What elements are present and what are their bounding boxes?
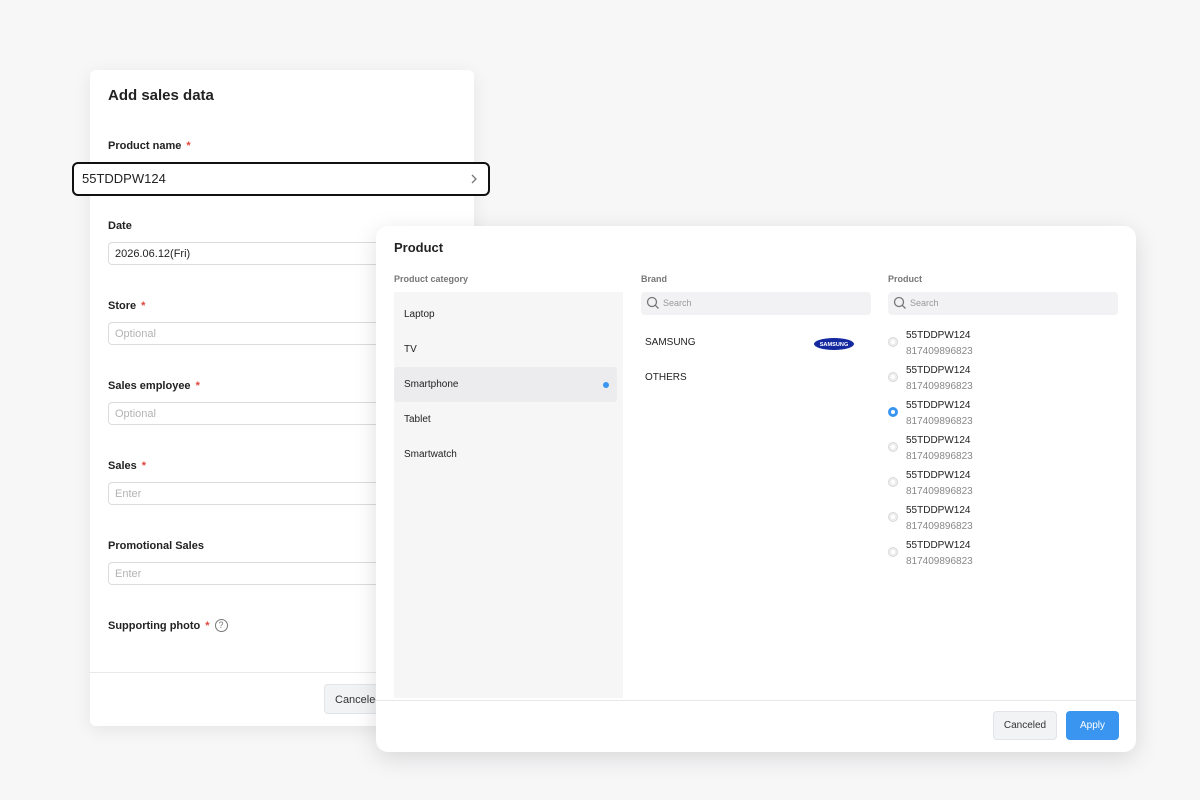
samsung-logo-text: SAMSUNG [820,342,849,348]
divider [376,700,1136,701]
sales-employee-label-text: Sales employee [108,380,191,392]
brand-header: Brand [641,274,668,284]
brand-item-samsung[interactable]: SAMSUNG [645,337,696,348]
promotional-sales-input[interactable]: Enter [108,562,408,585]
sales-label: Sales * [108,460,146,472]
required-mark: * [186,140,191,152]
product-name-select[interactable]: 55TDDPW124 [72,162,490,196]
sales-input[interactable]: Enter [108,482,408,505]
product-option-code: 817409896823 [906,451,973,462]
category-item-label: Smartphone [404,379,459,390]
radio-button[interactable] [888,442,898,452]
required-mark: * [195,380,200,392]
product-name-label-text: Product name [108,140,182,152]
radio-button[interactable] [888,477,898,487]
product-option-code: 817409896823 [906,416,973,427]
product-option-name: 55TDDPW124 [906,365,971,376]
product-modal: Product Product category Brand Product L… [376,226,1136,752]
supporting-photo-label: Supporting photo * ? [108,619,228,632]
product-name-value: 55TDDPW124 [82,171,166,186]
product-option-code: 817409896823 [906,556,973,567]
date-field[interactable]: 2026.06.12(Fri) [108,242,408,265]
required-mark: * [205,619,210,632]
selected-dot-icon [603,382,609,388]
chevron-right-icon [470,164,478,204]
product-option-name: 55TDDPW124 [906,330,971,341]
product-search-input[interactable]: Search [888,292,1118,315]
product-option-code: 817409896823 [906,486,973,497]
promotional-sales-label-text: Promotional Sales [108,540,204,552]
search-icon [893,296,907,319]
category-item-smartwatch[interactable]: Smartwatch [394,437,617,472]
brand-item-others[interactable]: OTHERS [645,372,687,383]
store-label: Store * [108,300,145,312]
category-list: Laptop TV Smartphone Tablet Smartwatch [394,292,623,698]
product-option-code: 817409896823 [906,381,973,392]
date-label-text: Date [108,220,132,232]
product-search-placeholder: Search [910,298,939,308]
required-mark: * [141,300,146,312]
product-option-name: 55TDDPW124 [906,540,971,551]
apply-button[interactable]: Apply [1066,711,1119,740]
radio-button[interactable] [888,372,898,382]
supporting-photo-label-text: Supporting photo [108,619,201,632]
date-label: Date [108,220,132,232]
product-option-code: 817409896823 [906,521,973,532]
modal-cancel-button[interactable]: Canceled [993,711,1057,740]
category-item-tablet[interactable]: Tablet [394,402,617,437]
product-option-code: 817409896823 [906,346,973,357]
category-item-tv[interactable]: TV [394,332,617,367]
product-option-name: 55TDDPW124 [906,400,971,411]
brand-search-placeholder: Search [663,298,692,308]
help-icon[interactable]: ? [214,619,228,632]
product-option-name: 55TDDPW124 [906,435,971,446]
radio-button[interactable] [888,547,898,557]
category-item-laptop[interactable]: Laptop [394,297,617,332]
category-item-smartphone[interactable]: Smartphone [394,367,617,402]
panel-title: Add sales data [108,87,214,104]
product-name-label: Product name * [108,140,191,152]
product-option-name: 55TDDPW124 [906,505,971,516]
product-option-name: 55TDDPW124 [906,470,971,481]
product-category-header: Product category [394,274,469,284]
store-input[interactable]: Optional [108,322,408,345]
sales-label-text: Sales [108,460,137,472]
product-header: Product [888,274,923,284]
sales-employee-input[interactable]: Optional [108,402,408,425]
radio-button-checked[interactable] [888,407,898,417]
brand-search-input[interactable]: Search [641,292,871,315]
radio-button[interactable] [888,512,898,522]
modal-title: Product [394,240,444,255]
search-icon [646,296,660,319]
store-label-text: Store [108,300,137,312]
sales-employee-label: Sales employee * [108,380,200,392]
radio-button[interactable] [888,337,898,347]
promotional-sales-label: Promotional Sales [108,540,204,552]
required-mark: * [141,460,147,472]
samsung-logo-icon: SAMSUNG [814,337,854,356]
